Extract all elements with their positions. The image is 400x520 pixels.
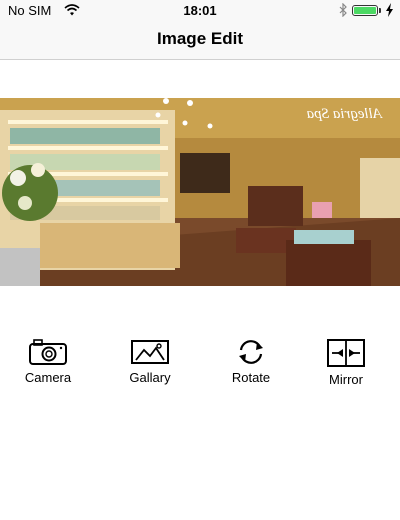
battery-level [354,7,376,14]
gallery-icon [131,340,169,364]
rotate-label: Rotate [231,370,271,385]
mirror-button[interactable]: Mirror [306,338,386,387]
status-bar: No SIM 18:01 [0,0,400,20]
gallery-button[interactable]: Gallary [110,338,190,385]
rotate-icon [239,340,263,364]
store-interior-photo: Allegria Spa [0,98,400,286]
camera-icon [29,339,67,365]
edit-toolbar: Camera Gallary Rotate Mirror [0,338,400,408]
rotate-button[interactable]: Rotate [211,338,291,385]
mirror-label: Mirror [329,372,363,387]
navigation-bar: Image Edit [0,20,400,60]
store-sign-text: Allegria Spa [307,106,383,122]
battery-nub [379,8,381,13]
bluetooth-icon [339,3,347,17]
camera-button[interactable]: Camera [8,338,88,385]
camera-label: Camera [24,370,72,385]
gallery-label: Gallary [129,370,171,385]
battery-icon [352,5,378,16]
edited-image[interactable]: Allegria Spa [0,98,400,286]
page-title: Image Edit [157,29,243,48]
charging-icon [386,3,393,17]
mirror-icon [327,339,365,367]
